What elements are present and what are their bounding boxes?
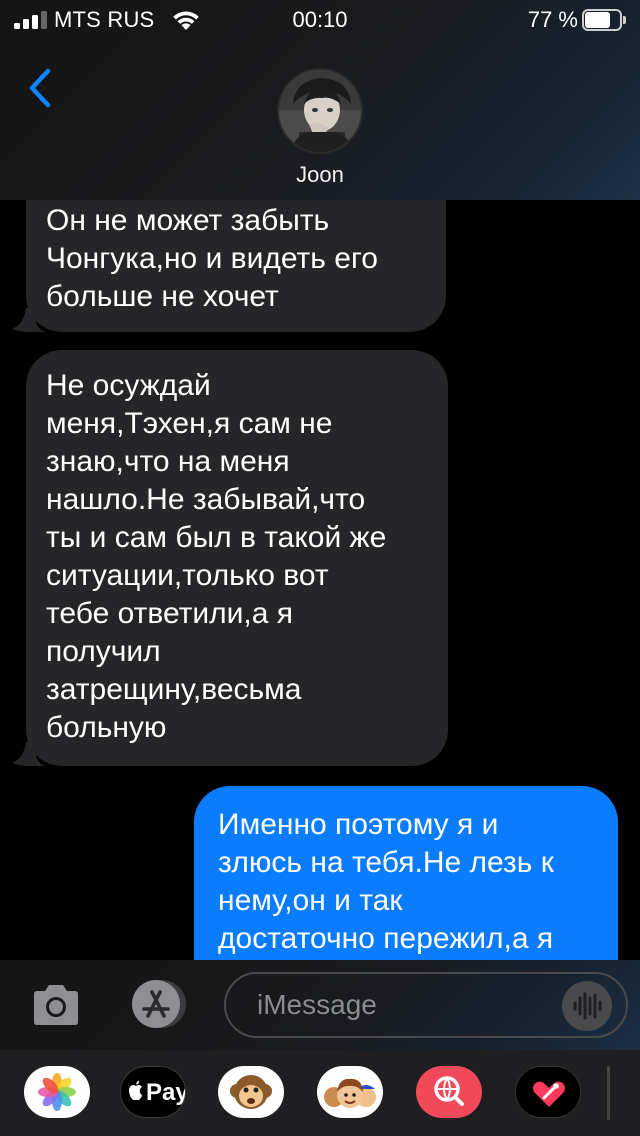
message-line: Он не может забыть [46, 204, 330, 237]
battery-percentage: 77 % [527, 7, 578, 32]
message-line: ты и сам был в такой же [46, 521, 387, 554]
message-line: достаточно пережил,а я [218, 922, 554, 955]
app-store-icon[interactable] [126, 978, 190, 1030]
memoji-icon[interactable] [317, 1066, 383, 1118]
message-line: Не осуждай [46, 369, 211, 402]
incoming-message-bubble[interactable]: Он не может забыть Чонгука,но и видеть е… [26, 200, 446, 332]
message-line: тебе ответили,а я [46, 597, 294, 630]
web-search-icon[interactable] [416, 1066, 482, 1118]
conversation-header: MTS RUS 00:10 77 % Joon [0, 0, 640, 200]
contact-avatar[interactable] [277, 68, 363, 154]
messages-screen: MTS RUS 00:10 77 % Joon Он не может забы… [0, 0, 640, 1136]
camera-icon[interactable] [30, 982, 82, 1028]
message-line: злюсь на тебя.Не лезь к [218, 846, 554, 879]
message-line: больше не хочет [46, 280, 279, 313]
incoming-message-bubble[interactable]: Не осуждай меня,Тэхен,я сам не знаю,что … [26, 350, 448, 766]
message-line: нашло.Не забывай,что [46, 483, 366, 516]
battery-level-fill [585, 12, 610, 28]
animoji-monkey-icon[interactable] [218, 1066, 284, 1118]
compose-bar [0, 960, 640, 1050]
status-bar: MTS RUS 00:10 77 % [0, 0, 640, 40]
apple-pay-label: Pay [146, 1079, 186, 1106]
message-line: получил [46, 635, 161, 668]
drawer-divider [607, 1066, 610, 1120]
message-line: знаю,что на меня [46, 445, 290, 478]
photos-icon[interactable] [24, 1066, 90, 1118]
message-line: нему,он и так [218, 884, 403, 917]
outgoing-message-bubble[interactable]: Именно поэтому я и злюсь на тебя.Не лезь… [194, 786, 618, 960]
message-line: ситуации,только вот [46, 559, 329, 592]
message-line: больную [46, 711, 167, 744]
imessage-app-drawer: Pay [0, 1050, 640, 1136]
contact-name[interactable]: Joon [0, 162, 640, 188]
apple-pay-icon[interactable]: Pay [120, 1066, 186, 1118]
message-line: меня,Тэхен,я сам не [46, 407, 333, 440]
message-line: Именно поэтому я и [218, 808, 499, 841]
bubble-tail [12, 742, 46, 766]
message-line: затрещину,весьма [46, 673, 302, 706]
message-list[interactable]: Он не может забыть Чонгука,но и видеть е… [0, 200, 640, 960]
bubble-tail [12, 308, 46, 332]
audio-waveform-icon[interactable] [562, 981, 612, 1031]
digital-touch-icon[interactable] [515, 1066, 581, 1118]
chevron-left-icon[interactable] [22, 64, 58, 112]
battery-icon [582, 9, 626, 31]
message-line: Чонгука,но и видеть его [46, 242, 378, 275]
